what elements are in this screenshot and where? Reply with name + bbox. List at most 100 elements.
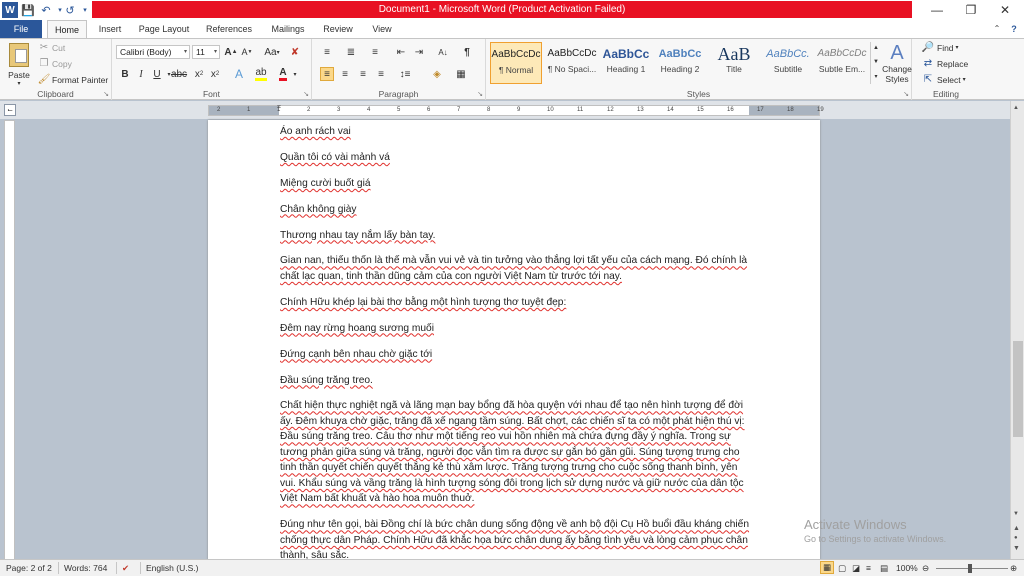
borders-icon[interactable]: ▦ [454,67,468,81]
document-paragraph[interactable]: Chân không giày [280,202,750,218]
minimize-icon[interactable]: — [920,0,954,20]
save-icon[interactable]: 💾 [20,2,36,18]
font-color-dropdown-icon[interactable]: ▾ [288,67,302,81]
italic-icon[interactable]: I [134,67,148,81]
word-count[interactable]: Words: 764 [64,560,107,576]
tab-mailings[interactable]: Mailings [264,20,312,38]
clear-formatting-icon[interactable]: ✘ [288,45,302,59]
full-screen-reading-icon[interactable]: ▢ [838,560,846,576]
tab-view[interactable]: View [364,20,400,38]
scrollbar-thumb[interactable] [1013,341,1023,437]
sort-icon[interactable]: A↓ [436,45,450,59]
styles-scroll-up-icon[interactable]: ▲ [871,42,881,54]
outline-view-icon[interactable]: ≡ [866,560,871,576]
tab-references[interactable]: References [200,20,258,38]
clipboard-dialog-launcher-icon[interactable]: ↘ [103,90,109,98]
next-page-icon[interactable]: ▼ [1013,545,1020,552]
tab-selector-icon[interactable]: ⌙ [4,104,16,116]
print-layout-icon[interactable]: ▦ [820,561,834,574]
document-paragraph[interactable]: Chất hiện thực nghiệt ngã và lãng mạn ba… [280,398,750,507]
tab-file[interactable]: File [0,20,42,38]
style-normal[interactable]: AaBbCcDc ¶ Normal [490,42,542,84]
tab-home[interactable]: Home [47,20,87,38]
document-paragraph[interactable]: Quần tôi có vài mảnh vá [280,150,750,166]
style-subtitle[interactable]: AaBbCc. Subtitle [762,42,814,84]
document-paragraph[interactable]: Gian nan, thiếu thốn là thế mà vẫn vui v… [280,253,750,284]
strikethrough-icon[interactable]: abc [171,67,187,81]
paragraph-dialog-launcher-icon[interactable]: ↘ [477,90,483,98]
change-case-icon[interactable]: Aa ▾ [262,45,282,59]
web-layout-icon[interactable]: ◪ [852,560,860,576]
styles-dialog-launcher-icon[interactable]: ↘ [903,90,909,98]
show-formatting-marks-icon[interactable]: ¶ [460,45,474,59]
style-heading-1[interactable]: AaBbCc Heading 1 [600,42,652,84]
font-dialog-launcher-icon[interactable]: ↘ [303,90,309,98]
decrease-indent-icon[interactable]: ⇤ [394,45,408,59]
tab-page-layout[interactable]: Page Layout [134,20,194,38]
bullets-icon[interactable]: ≡ [320,45,334,59]
subscript-icon[interactable]: x2 [192,67,206,81]
word-icon[interactable]: W [2,2,18,18]
proofing-icon[interactable]: ✔ [122,560,129,576]
scroll-up-icon[interactable]: ▲ [1013,105,1019,111]
font-size-combo[interactable]: 11 ▾ [192,45,220,59]
superscript-icon[interactable]: x2 [208,67,222,81]
previous-page-icon[interactable]: ▲ [1013,525,1020,532]
style-subtle-emphasis[interactable]: AaBbCcDc Subtle Em... [816,42,868,84]
page-count[interactable]: Page: 2 of 2 [6,560,52,576]
replace-button[interactable]: ⇄ Replace [922,58,968,69]
grow-font-icon[interactable]: A ▲ [224,45,238,59]
font-name-combo[interactable]: Calibri (Body) ▾ [116,45,190,59]
tab-insert[interactable]: Insert [92,20,128,38]
justify-icon[interactable]: ≡ [374,67,388,81]
shading-icon[interactable]: ◈ [430,67,444,81]
highlight-icon[interactable]: ab [254,67,268,81]
restore-icon[interactable]: ❐ [954,0,988,20]
shrink-font-icon[interactable]: A ▼ [240,45,254,59]
document-paragraph[interactable]: Đúng như tên gọi, bài Đồng chí là bức ch… [280,517,750,560]
language[interactable]: English (U.S.) [146,560,198,576]
paste-button[interactable]: Paste ▾ [6,43,32,87]
copy-button[interactable]: ❐ Copy [38,58,72,69]
line-spacing-icon[interactable]: ↕≡ [398,67,412,81]
zoom-slider-thumb[interactable] [968,564,972,573]
align-center-icon[interactable]: ≡ [338,67,352,81]
document-paragraph[interactable]: Miệng cười buốt giá [280,176,750,192]
style-heading-2[interactable]: AaBbCc Heading 2 [654,42,706,84]
find-button[interactable]: 🔎 Find ▾ [922,42,959,53]
minimize-ribbon-icon[interactable]: ⌃ [990,20,1004,38]
change-styles-button[interactable]: A Change Styles [882,42,912,84]
document-paragraph[interactable]: Đứng cạnh bên nhau chờ giặc tới [280,347,750,363]
style-title[interactable]: AaB Title [708,42,760,84]
style-no-spacing[interactable]: AaBbCcDc ¶ No Spaci... [546,42,598,84]
cut-button[interactable]: ✂ Cut [38,42,65,53]
align-right-icon[interactable]: ≡ [356,67,370,81]
select-button[interactable]: ⇱ Select ▾ [922,74,966,85]
text-effects-icon[interactable]: A [232,67,246,81]
tab-review[interactable]: Review [318,20,358,38]
bold-icon[interactable]: B [118,67,132,81]
zoom-level[interactable]: 100% [896,560,918,576]
vertical-ruler[interactable] [4,120,15,560]
document-page[interactable]: Áo anh rách vai Quần tôi có vài mảnh vá Mi… [208,120,820,560]
customize-quick-access-icon[interactable]: ▾ [77,2,93,18]
close-icon[interactable]: ✕ [988,0,1022,20]
document-paragraph[interactable]: Áo anh rách vai [280,124,750,140]
zoom-out-icon[interactable]: ⊖ [922,560,929,576]
redo-icon[interactable]: ↺ [62,2,78,18]
horizontal-ruler[interactable]: ⌗ 2 1 1 2 3 4 5 6 7 8 9 10 11 12 13 14 15 16 17 18 19 [208,104,824,116]
document-paragraph[interactable]: Thương nhau tay nắm lấy bàn tay. [280,228,750,244]
zoom-in-icon[interactable]: ⊕ [1010,560,1017,576]
styles-scroll-down-icon[interactable]: ▼ [871,56,881,68]
document-body[interactable]: Áo anh rách vai Quần tôi có vài mảnh vá Mi… [280,124,750,560]
document-paragraph[interactable]: Chính Hữu khép lại bài thơ bằng một hình… [280,295,750,311]
multilevel-list-icon[interactable]: ≡ [368,45,382,59]
document-paragraph[interactable]: Đêm nay rừng hoang sương muối [280,321,750,337]
increase-indent-icon[interactable]: ⇥ [412,45,426,59]
select-browse-object-icon[interactable]: ● [1014,535,1018,541]
vertical-scrollbar[interactable]: ▲ ▼ ▲ ● ▼ [1010,101,1024,559]
document-paragraph[interactable]: Đầu súng trăng treo. [280,373,750,389]
help-icon[interactable]: ? [1006,20,1022,38]
format-painter-button[interactable]: 🖌 Format Painter [38,74,109,85]
align-left-icon[interactable]: ≡ [320,67,334,81]
